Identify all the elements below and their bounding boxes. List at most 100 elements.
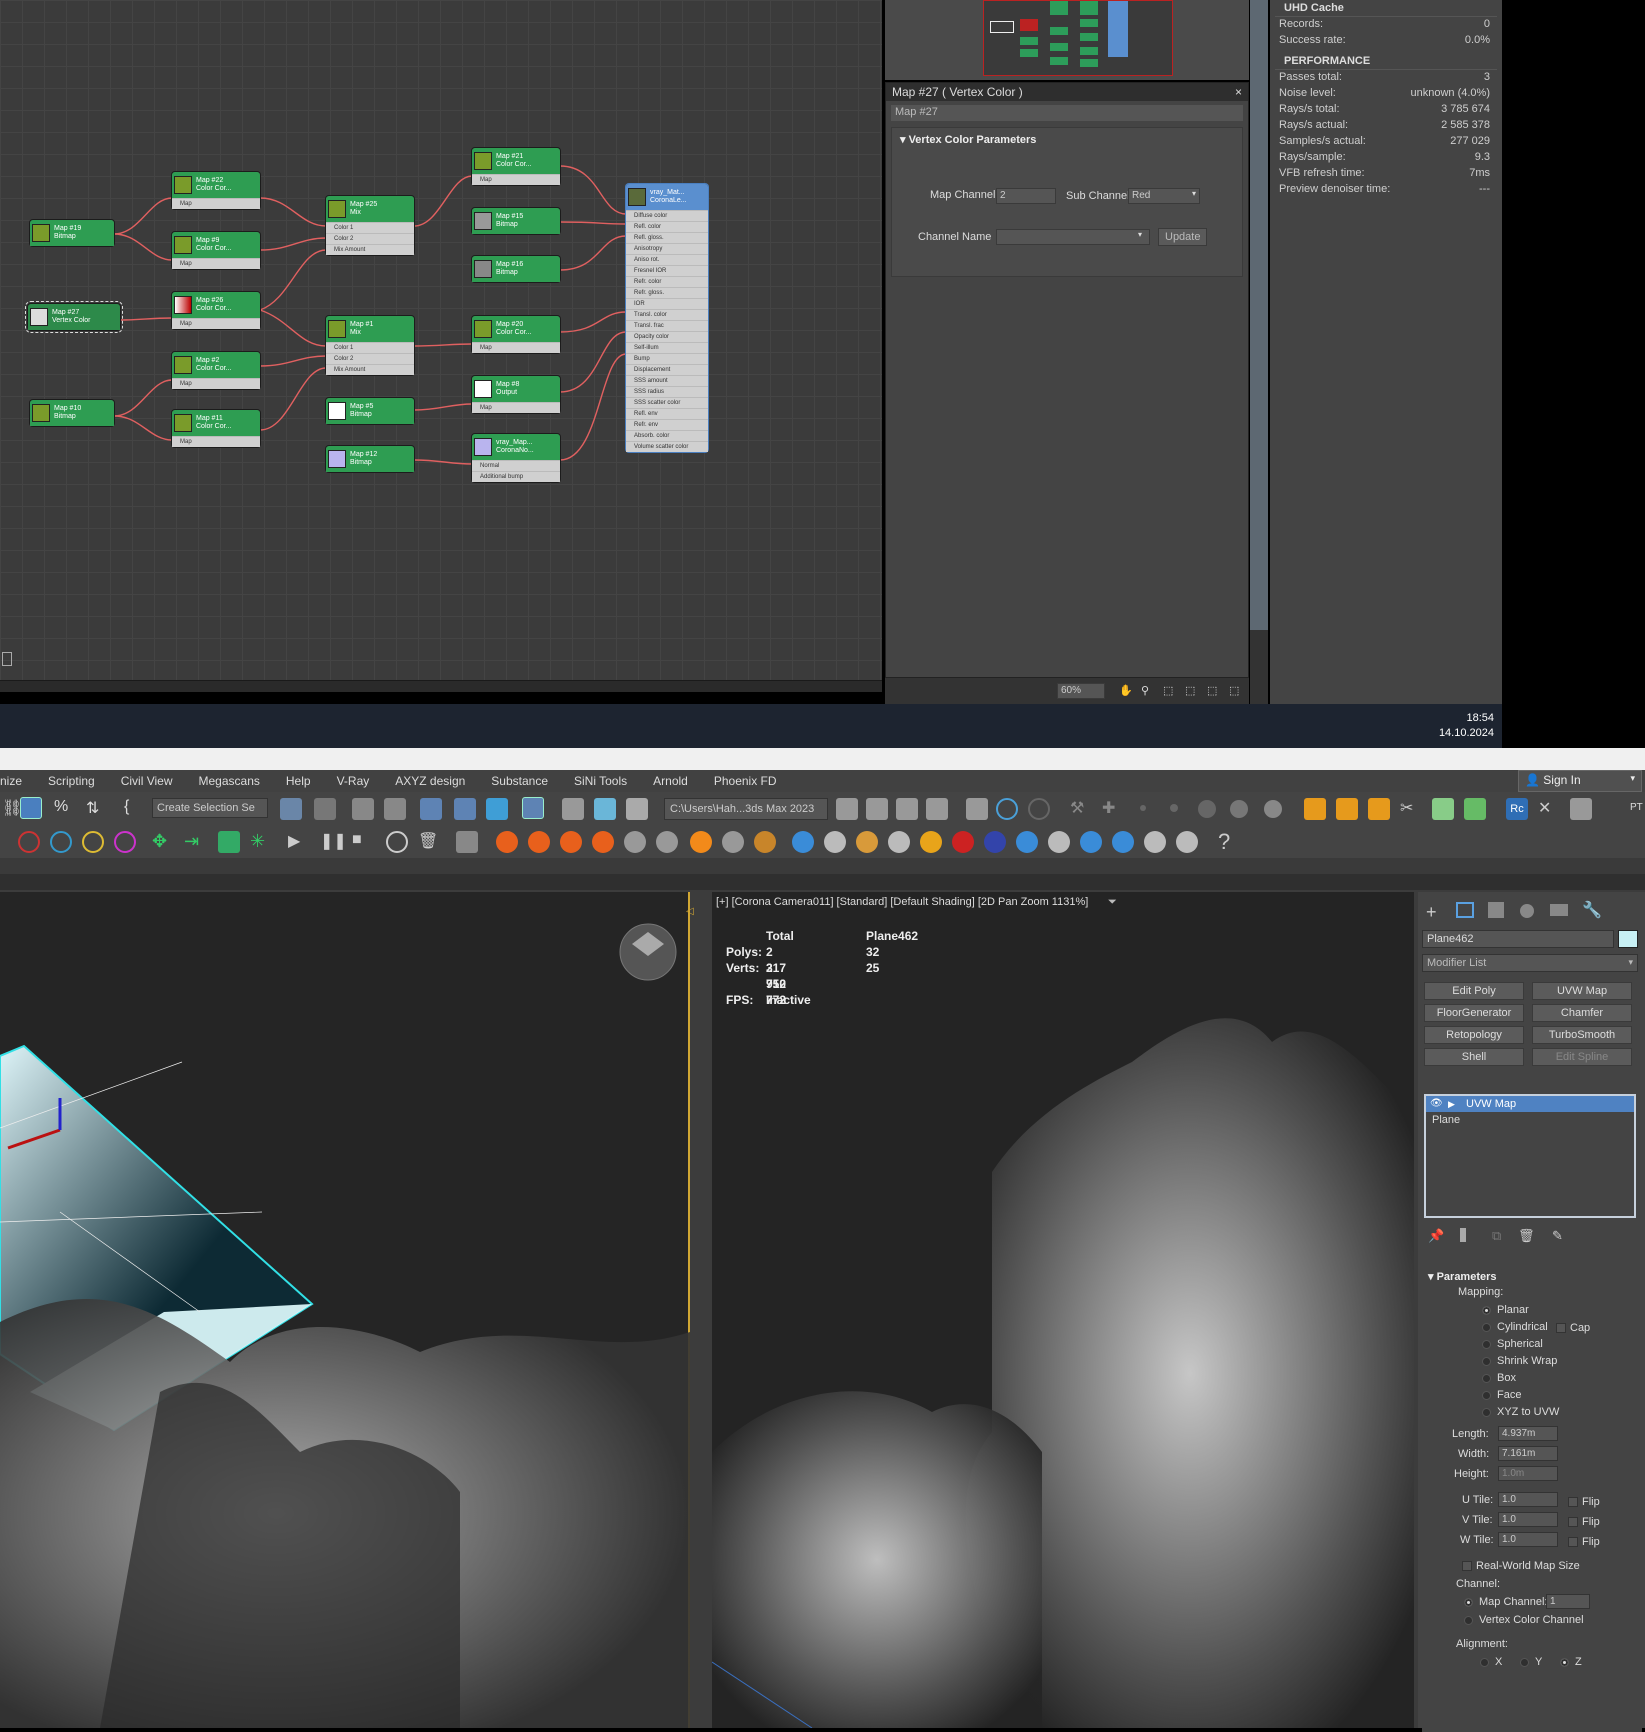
create-tab-icon[interactable]: + <box>1426 902 1437 923</box>
collapse-triangle-icon[interactable]: ▾ <box>900 134 909 146</box>
node-map8[interactable]: Map #8 Output Map <box>472 376 560 413</box>
close-icon[interactable]: × <box>1235 85 1242 99</box>
node-map9[interactable]: Map #9 Color Cor... Map <box>172 232 260 269</box>
node-map10[interactable]: Map #10 Bitmap <box>30 400 114 426</box>
node-slot[interactable]: Map <box>172 198 260 209</box>
restart-icon[interactable] <box>386 831 408 853</box>
w-tile-spinner[interactable]: 1.0 <box>1498 1532 1558 1547</box>
node-slot[interactable]: Mix Amount <box>326 244 414 255</box>
map-channel-radio[interactable]: Map Channel: <box>1464 1596 1548 1608</box>
stack-item-uvw-map[interactable]: 👁 ▶ UVW Map <box>1426 1096 1634 1112</box>
chamfer-button[interactable]: Chamfer <box>1532 1004 1632 1022</box>
burst-icon[interactable]: ✳ <box>250 831 272 853</box>
material-slot[interactable]: SSS scatter color <box>626 397 708 408</box>
menu-item-megascans[interactable]: Megascans <box>199 774 260 788</box>
material-slot[interactable]: IOR <box>626 298 708 309</box>
chevron-down-icon[interactable]: ▾ <box>1192 189 1196 198</box>
schematic-view-icon[interactable] <box>486 798 508 820</box>
sign-in-dropdown[interactable]: 👤 Sign In ▾ <box>1518 770 1642 792</box>
open-icon[interactable] <box>836 798 858 820</box>
show-end-result-icon[interactable] <box>1460 1228 1466 1242</box>
forest-lite-icon[interactable] <box>1368 798 1390 820</box>
node-map19[interactable]: Map #19 Bitmap <box>30 220 114 246</box>
align-y-radio[interactable]: Y <box>1520 1656 1542 1668</box>
material-slot[interactable]: Displacement <box>626 364 708 375</box>
zoom-region-icon[interactable]: ⬚ <box>1163 684 1173 697</box>
configure-sets-icon[interactable]: ✎ <box>1552 1228 1563 1244</box>
map-channel-spinner[interactable]: 1 <box>1546 1594 1590 1609</box>
node-slot[interactable]: Color 2 <box>326 353 414 364</box>
steam-icon[interactable] <box>722 831 744 853</box>
modify-tab-icon[interactable] <box>1456 902 1474 918</box>
length-spinner[interactable]: 4.937m <box>1498 1426 1558 1441</box>
select-object-icon[interactable] <box>20 797 42 819</box>
frame-icon[interactable]: ⬚ <box>1229 684 1239 697</box>
wind-icon[interactable] <box>656 831 678 853</box>
stack-item-plane[interactable]: Plane <box>1426 1112 1634 1128</box>
move-icon[interactable]: ✥ <box>152 831 174 853</box>
project-folder-dropdown[interactable]: C:\Users\Hah...3ds Max 2023 <box>664 798 828 820</box>
material-slot[interactable]: Self-illum <box>626 342 708 353</box>
width-spinner[interactable]: 7.161m <box>1498 1446 1558 1461</box>
u-flip-checkbox[interactable]: Flip <box>1568 1496 1600 1508</box>
chevron-down-icon[interactable]: ▾ <box>1138 230 1142 239</box>
coffee-icon[interactable] <box>888 831 910 853</box>
navigator-view[interactable] <box>983 0 1173 76</box>
edit-named-selection-icon[interactable]: { <box>124 798 146 820</box>
node-slot[interactable]: Map <box>472 342 560 353</box>
percent-snap-icon[interactable]: % <box>54 798 76 820</box>
align-z-radio[interactable]: Z <box>1560 1656 1582 1668</box>
check-icon[interactable] <box>996 798 1018 820</box>
pause-icon[interactable]: ❚❚ <box>320 831 347 853</box>
viewport-right[interactable]: [+] [Corona Camera011] [Standard] [Defau… <box>712 892 1414 1728</box>
material-slot[interactable]: Diffuse color <box>626 210 708 221</box>
node-slot[interactable]: Map <box>172 318 260 329</box>
object-name-field[interactable]: Plane462 <box>1422 930 1614 948</box>
pan-hand-icon[interactable]: ✋ <box>1119 684 1133 697</box>
node-map27-selected[interactable]: Map #27 Vertex Color <box>25 301 123 333</box>
scene-explorer-icon[interactable] <box>352 798 374 820</box>
fire-icon[interactable] <box>528 831 550 853</box>
ribbon-toggle-icon[interactable] <box>420 798 442 820</box>
u-tile-spinner[interactable]: 1.0 <box>1498 1492 1558 1507</box>
dot-icon[interactable] <box>1170 804 1178 812</box>
material-slot[interactable]: Opacity color <box>626 331 708 342</box>
save-icon[interactable] <box>866 798 888 820</box>
node-slot[interactable]: Normal <box>472 460 560 471</box>
zoom-dropdown[interactable]: 60% <box>1057 683 1105 699</box>
material-slot[interactable]: Refr. env <box>626 419 708 430</box>
node-map16[interactable]: Map #16 Bitmap <box>472 256 560 282</box>
node-slot[interactable]: Color 1 <box>326 342 414 353</box>
node-slot[interactable]: Map <box>472 174 560 185</box>
make-unique-icon[interactable]: ⧉ <box>1492 1228 1501 1244</box>
tools-icon[interactable]: ✂ <box>1400 798 1422 820</box>
rollout-title[interactable]: Vertex Color Parameters <box>909 134 1037 146</box>
material-slot[interactable]: Transl. frac <box>626 320 708 331</box>
layer-explorer-icon[interactable] <box>384 798 406 820</box>
mapping-spherical-radio[interactable]: Spherical <box>1482 1338 1559 1355</box>
mapping-shrink-wrap-radio[interactable]: Shrink Wrap <box>1482 1355 1559 1372</box>
channel-name-dropdown[interactable] <box>996 229 1150 245</box>
node-map12[interactable]: Map #12 Bitmap <box>326 446 414 472</box>
menu-item-v-ray[interactable]: V-Ray <box>337 774 370 788</box>
align-x-radio[interactable]: X <box>1480 1656 1502 1668</box>
menu-item-axyz-design[interactable]: AXYZ design <box>395 774 465 788</box>
stop-icon[interactable]: ■ <box>352 831 374 853</box>
v-flip-checkbox[interactable]: Flip <box>1568 1516 1600 1528</box>
dot-icon[interactable] <box>1140 805 1146 811</box>
explosion-icon[interactable] <box>592 831 614 853</box>
map-name-field[interactable]: Map #27 <box>891 105 1243 121</box>
grid-icon[interactable] <box>218 831 240 853</box>
table-icon[interactable] <box>1570 798 1592 820</box>
help-icon[interactable]: ? <box>1218 829 1240 854</box>
real-world-map-size-checkbox[interactable]: Real-World Map Size <box>1462 1560 1580 1572</box>
menu-item-help[interactable]: Help <box>286 774 311 788</box>
blood-icon[interactable] <box>952 831 974 853</box>
mapping-xyz-to-uvw-radio[interactable]: XYZ to UVW <box>1482 1406 1559 1423</box>
eye-icon[interactable]: 👁 <box>1430 1096 1443 1112</box>
sub-channel-dropdown[interactable]: Red <box>1128 188 1200 204</box>
cap-checkbox[interactable]: Cap <box>1556 1322 1590 1334</box>
sync-icon[interactable] <box>1028 798 1050 820</box>
node-map26[interactable]: Map #26 Color Cor... Map <box>172 292 260 329</box>
object-color-swatch[interactable] <box>1618 930 1638 948</box>
